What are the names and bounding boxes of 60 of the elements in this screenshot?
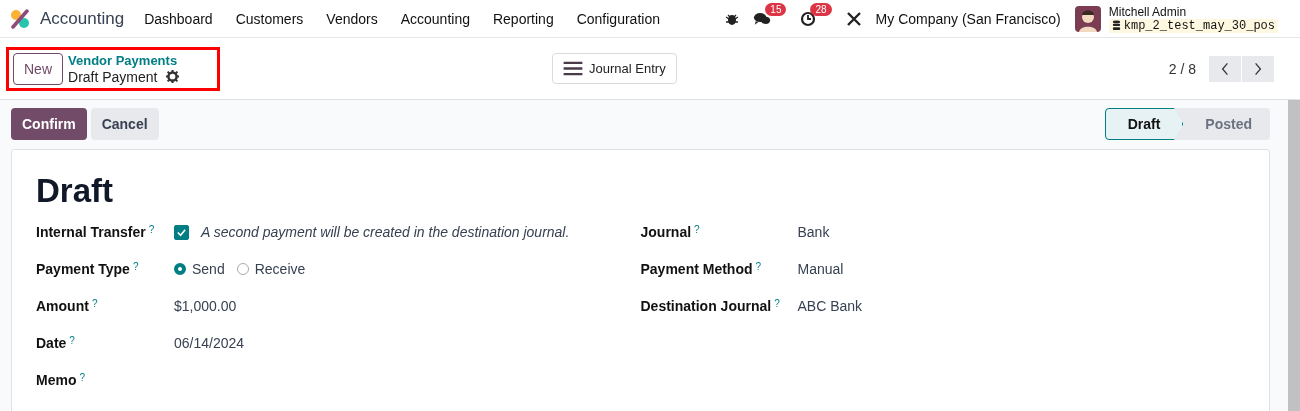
checkmark-icon [176,226,187,238]
new-button[interactable]: New [13,52,63,85]
radio-option[interactable]: Send [174,261,225,277]
help-tooltip[interactable]: ? [69,335,75,346]
next-button[interactable] [1242,55,1274,82]
previous-button[interactable] [1209,55,1241,82]
company-switcher[interactable]: My Company (San Francisco) [875,10,1061,27]
menu-item[interactable]: Reporting [492,10,554,27]
database-name: kmp_2_test_may_30_pos [1123,18,1275,33]
message-count-badge: 15 [765,3,787,16]
field-label: Memo [36,372,77,388]
chevron-left-icon [1221,61,1229,76]
help-tooltip[interactable]: ? [132,261,139,272]
scrollbar[interactable] [1288,100,1300,411]
clock-icon[interactable] [800,10,817,27]
status-step[interactable]: Posted [1183,108,1270,140]
field-label: Payment Type [36,261,130,277]
help-tooltip[interactable]: ? [774,298,780,309]
menu-item[interactable]: Configuration [576,10,660,27]
field-hint: A second payment will be created in the destination journal. [201,224,570,240]
menu-item[interactable]: Vendors [326,10,378,27]
user-avatar-icon[interactable] [1074,5,1101,32]
help-tooltip[interactable]: ? [91,298,98,309]
field-label: Amount [36,298,89,314]
help-tooltip[interactable]: ? [755,261,762,272]
help-tooltip[interactable]: ? [694,224,700,235]
field-label: Journal [640,224,692,240]
menu-item[interactable]: Accounting [400,10,470,27]
status-step[interactable]: Draft [1104,108,1184,140]
action-button[interactable]: Confirm [11,108,87,140]
app-name[interactable]: Accounting [40,8,125,29]
pager-counter: 2 / 8 [1168,60,1196,77]
user-name[interactable]: Mitchell Admin [1108,4,1278,19]
chevron-right-icon [1254,61,1262,76]
help-tooltip[interactable]: ? [148,224,155,235]
activity-count-badge: 28 [810,2,832,16]
field-value[interactable]: $1,000.00 [174,298,237,314]
field-label: Internal Transfer [36,224,146,240]
menu-icon [563,61,584,76]
field-label: Destination Journal [640,298,772,314]
help-tooltip[interactable]: ? [79,372,85,383]
radio-option[interactable]: Receive [236,261,306,277]
database-icon [1111,20,1121,31]
record-title: Draft [36,172,114,210]
breadcrumb-link[interactable]: Vendor Payments [68,52,179,69]
menu-item[interactable]: Dashboard [144,10,213,27]
record-name: Draft Payment [68,68,158,85]
field-label: Payment Method [640,261,753,277]
field-value[interactable]: 06/14/2024 [174,335,245,351]
journal-entry-button[interactable]: Journal Entry [552,53,677,84]
field-value[interactable]: Bank [797,224,830,240]
checkbox[interactable] [174,224,189,240]
field-value[interactable]: ABC Bank [797,298,863,314]
app-logo-icon[interactable] [10,8,30,29]
gear-icon[interactable] [165,70,179,83]
action-button[interactable]: Cancel [90,108,159,140]
chat-icon[interactable] [753,11,772,26]
field-label: Date [36,335,67,351]
menu-item[interactable]: Customers [235,10,304,27]
field-value[interactable]: Manual [797,261,844,277]
